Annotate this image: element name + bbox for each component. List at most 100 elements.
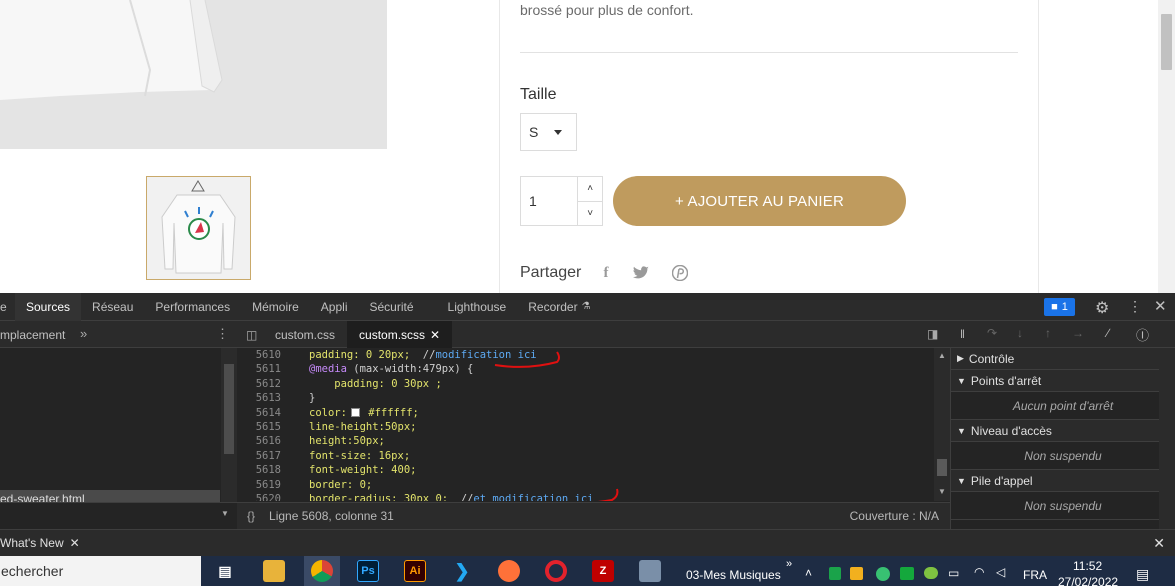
tab-sources[interactable]: Sources xyxy=(15,292,82,321)
close-icon[interactable]: ✕ xyxy=(1153,535,1165,552)
chevron-up-icon[interactable]: ˄ xyxy=(805,566,812,580)
more-options-icon[interactable]: ⋮ xyxy=(1128,298,1142,315)
tray-app-icon[interactable] xyxy=(850,567,863,580)
tab-custom-scss[interactable]: custom.scss ✕ xyxy=(347,321,453,348)
add-to-cart-button[interactable]: + AJOUTER AU PANIER xyxy=(613,176,906,226)
navigator-scrollbar-thumb[interactable] xyxy=(224,364,234,454)
photoshop-icon[interactable]: Ps xyxy=(357,560,379,582)
tab-security[interactable]: Sécurité xyxy=(358,293,424,321)
gear-icon[interactable]: ⚙ xyxy=(1095,298,1109,318)
chevron-down-icon[interactable]: ˅ xyxy=(578,200,602,226)
pause-icon[interactable]: ‖ xyxy=(960,327,965,341)
tab-application[interactable]: Appli xyxy=(310,293,359,321)
more-options-icon[interactable]: ⋮ xyxy=(216,326,229,342)
section-body: Non suspendu xyxy=(951,492,1175,520)
section-body: Aucun point d'arrêt xyxy=(951,392,1175,420)
devtools-tabbar: e Sources Réseau Performances Mémoire Ap… xyxy=(0,292,1175,321)
sidebar-scrollbar[interactable] xyxy=(1159,348,1175,529)
tab-memory[interactable]: Mémoire xyxy=(241,293,310,321)
scroll-down-icon[interactable]: ▼ xyxy=(221,509,229,518)
quantity-input[interactable]: 1 xyxy=(521,177,579,225)
battery-icon[interactable]: ▭ xyxy=(948,566,959,580)
scroll-up-icon[interactable]: ▲ xyxy=(938,351,946,360)
file-explorer-icon[interactable] xyxy=(263,560,285,582)
volume-icon[interactable]: ◁ xyxy=(996,565,1005,579)
product-thumbnail[interactable] xyxy=(146,176,251,280)
chevron-up-icon[interactable]: ˄ xyxy=(578,177,602,201)
toggle-navigator-icon[interactable]: ◫ xyxy=(237,321,263,348)
product-image[interactable] xyxy=(0,0,387,149)
tray-app-icon[interactable] xyxy=(924,567,938,579)
wifi-icon[interactable]: ◠ xyxy=(974,565,984,579)
triangle-down-icon: ▼ xyxy=(957,475,966,486)
toggle-debugger-icon[interactable]: ◨ xyxy=(927,327,938,341)
twitter-icon[interactable] xyxy=(633,265,649,281)
tab-performance[interactable]: Performances xyxy=(144,293,241,321)
taskbar-music-folder[interactable]: 03-Mes Musiques xyxy=(686,568,781,582)
notification-icon[interactable]: ▤ xyxy=(1136,566,1149,583)
column-divider xyxy=(499,0,500,293)
vscode-icon[interactable]: ❯ xyxy=(451,560,473,582)
separator xyxy=(520,52,1018,53)
section-title: Points d'arrêt xyxy=(970,373,1042,388)
filezilla-icon[interactable]: Z xyxy=(592,560,614,582)
chrome-icon[interactable] xyxy=(311,560,333,582)
editor-statusbar: {} Ligne 5608, colonne 31 Couverture : N… xyxy=(237,502,950,529)
notepad-icon[interactable] xyxy=(639,560,661,582)
chevron-double-right-icon[interactable]: » xyxy=(80,326,87,341)
size-select[interactable]: S xyxy=(520,113,577,151)
section-controle[interactable]: ▶ Contrôle xyxy=(951,348,1175,370)
tab-custom-scss-label: custom.scss xyxy=(359,327,426,342)
quantity-stepper[interactable]: 1 ˄ ˅ xyxy=(520,176,603,226)
close-icon[interactable]: ✕ xyxy=(1154,297,1167,315)
close-icon[interactable]: ✕ xyxy=(430,328,440,342)
clock-time[interactable]: 11:52 xyxy=(1073,559,1102,573)
tab-lighthouse[interactable]: Lighthouse xyxy=(437,293,518,321)
step-into-icon[interactable]: ↓ xyxy=(1017,326,1023,340)
tray-app-icon[interactable] xyxy=(900,567,914,580)
issues-badge[interactable]: ■ 1 xyxy=(1044,298,1075,316)
size-selected-value: S xyxy=(529,124,539,140)
facebook-icon[interactable]: f xyxy=(598,265,614,281)
cursor-position: Ligne 5608, colonne 31 xyxy=(269,509,394,523)
section-scope[interactable]: ▼ Niveau d'accès xyxy=(951,420,1175,442)
scroll-down-icon[interactable]: ▼ xyxy=(938,487,946,496)
code-editor[interactable]: 5610 5611 5612 5613 5614 5615 5616 5617 5618 5619… xyxy=(237,348,934,501)
clock-date[interactable]: 27/02/2022 xyxy=(1058,575,1118,586)
tab-network[interactable]: Réseau xyxy=(81,293,144,321)
chevron-down-icon xyxy=(554,130,562,135)
product-description: brossé pour plus de confort. xyxy=(520,2,694,18)
tab-elements[interactable]: e xyxy=(0,293,15,321)
editor-vscrollbar[interactable]: ▲ ▼ xyxy=(934,348,950,501)
tab-custom-css[interactable]: custom.css xyxy=(263,321,347,348)
language-indicator[interactable]: FRA xyxy=(1023,568,1047,582)
tab-recorder[interactable]: Recorder ⚗ xyxy=(517,293,601,321)
close-icon[interactable]: ✕ xyxy=(70,536,80,550)
drawer-tab-whats-new[interactable]: What's New xyxy=(0,536,64,550)
pinterest-icon[interactable] xyxy=(672,265,688,281)
deactivate-breakpoints-icon[interactable]: ∕ xyxy=(1107,326,1109,340)
chevron-double-right-icon[interactable]: » xyxy=(786,558,792,570)
navigator-footer: ▼ xyxy=(0,502,237,529)
format-icon[interactable]: {} xyxy=(247,509,255,523)
step-icon[interactable]: → xyxy=(1072,326,1084,340)
tray-app-icon[interactable] xyxy=(876,567,890,581)
illustrator-icon[interactable]: Ai xyxy=(404,560,426,582)
shield-icon[interactable] xyxy=(829,567,841,580)
step-out-icon[interactable]: ↑ xyxy=(1045,326,1051,340)
section-breakpoints[interactable]: ▼ Points d'arrêt xyxy=(951,370,1175,392)
section-callstack[interactable]: ▼ Pile d'appel xyxy=(951,470,1175,492)
triangle-down-icon: ▼ xyxy=(957,425,966,436)
step-over-icon[interactable]: ↷ xyxy=(987,326,997,340)
opera-icon[interactable] xyxy=(545,560,567,582)
pause-on-exceptions-icon[interactable]: Ⓘ xyxy=(1136,325,1149,344)
task-view-icon[interactable]: ▤ xyxy=(214,560,236,582)
taskbar-search[interactable]: echercher xyxy=(0,556,201,586)
page-scrollbar-thumb[interactable] xyxy=(1161,14,1172,70)
message-icon: ■ xyxy=(1051,301,1058,313)
firefox-icon[interactable] xyxy=(498,560,520,582)
scroll-thumb[interactable] xyxy=(937,459,947,476)
issues-count: 1 xyxy=(1061,301,1068,313)
navigator-tab[interactable]: mplacement xyxy=(0,321,237,348)
debugger-toolbar: ‖ ↷ ↓ ↑ → ∕ Ⓘ xyxy=(950,321,1175,348)
